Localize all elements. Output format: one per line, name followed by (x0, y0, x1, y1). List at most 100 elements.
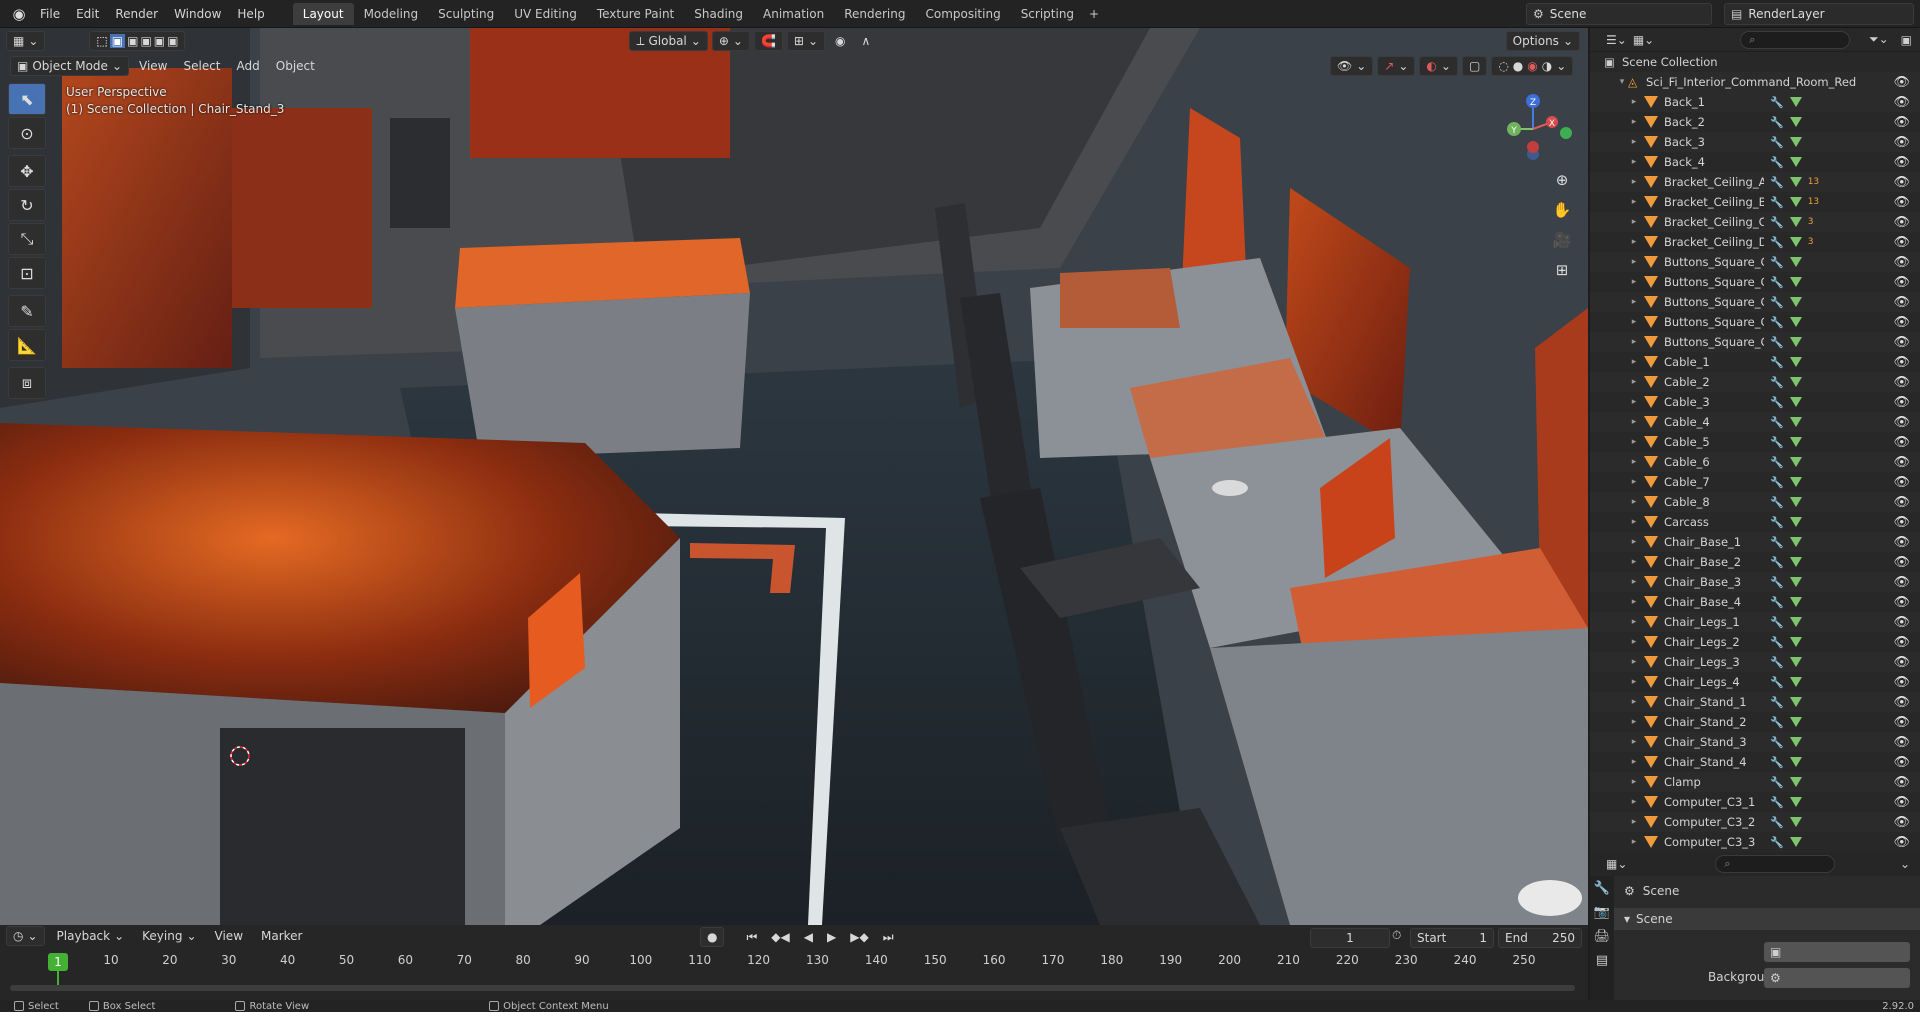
mesh-data-icon[interactable] (1789, 297, 1802, 307)
view-layer-selector[interactable]: ▤ RenderLayer (1724, 3, 1914, 25)
mesh-data-icon[interactable] (1789, 637, 1802, 647)
expand-icon[interactable]: ▸ (1628, 297, 1640, 307)
modifier-icon[interactable]: 🔧 (1770, 536, 1784, 549)
add-workspace-icon[interactable]: + (1084, 3, 1104, 25)
mesh-data-icon[interactable] (1789, 697, 1802, 707)
modifier-icon[interactable]: 🔧 (1770, 236, 1784, 249)
eye-icon[interactable]: 👁 (1893, 355, 1910, 370)
modifier-icon[interactable]: 🔧 (1770, 316, 1784, 329)
eye-icon[interactable]: 👁 (1893, 795, 1910, 810)
expand-icon[interactable]: ▸ (1628, 317, 1640, 327)
eye-icon[interactable]: 👁 (1893, 835, 1910, 850)
eye-icon[interactable]: 👁 (1893, 335, 1910, 350)
outliner-item[interactable]: ▸ Buttons_Square_CP2_2 🔧 👁 (1590, 332, 1920, 352)
modifier-icon[interactable]: 🔧 (1770, 416, 1784, 429)
expand-icon[interactable]: ▸ (1628, 597, 1640, 607)
properties-search-input[interactable]: ⌕ (1715, 855, 1836, 873)
eye-icon[interactable]: 👁 (1893, 675, 1910, 690)
scene-selector[interactable]: ⚙ Scene (1526, 3, 1712, 25)
modifier-icon[interactable]: 🔧 (1770, 676, 1784, 689)
menu-keying[interactable]: Keying ⌄ (136, 926, 202, 946)
expand-icon[interactable]: ▸ (1628, 337, 1640, 347)
eye-icon[interactable]: 👁 (1893, 315, 1910, 330)
jump-keyframe-back-icon[interactable]: ◆◀ (765, 927, 795, 947)
mesh-data-icon[interactable] (1789, 137, 1802, 147)
mesh-data-icon[interactable] (1789, 737, 1802, 747)
eye-icon[interactable]: 👁 (1893, 275, 1910, 290)
modifier-icon[interactable]: 🔧 (1770, 196, 1784, 209)
outliner-item[interactable]: ▸ Cable_2 🔧 👁 (1590, 372, 1920, 392)
pivot-dropdown[interactable]: ⊕ ⌄ (711, 31, 750, 51)
outliner-item[interactable]: ▸ Cable_4 🔧 👁 (1590, 412, 1920, 432)
mesh-data-icon[interactable] (1789, 577, 1802, 587)
menu-marker[interactable]: Marker (255, 926, 308, 946)
tab-rendering[interactable]: Rendering (834, 3, 915, 25)
mode-new-icon[interactable]: ▣ (109, 34, 126, 48)
expand-icon[interactable]: ▸ (1628, 417, 1640, 427)
move-tool-icon[interactable]: ✥ (8, 155, 46, 187)
eye-icon[interactable]: 👁 (1893, 415, 1910, 430)
outliner-item[interactable]: ▸ Carcass 🔧 👁 (1590, 512, 1920, 532)
modifier-icon[interactable]: 🔧 (1770, 216, 1784, 229)
expand-icon[interactable]: ▸ (1628, 737, 1640, 747)
proportional-edit-toggle[interactable]: ◉ (829, 31, 851, 51)
3d-viewport[interactable]: ▦ ⌄ ⬚ ▣ ▣ ▣ ▣ ▣ ⟂ Global ⌄ ⊕ ⌄ 🧲 ⊞ ⌄ ◉ ∧ Opt… (0, 28, 1588, 925)
modifier-icon[interactable]: 🔧 (1770, 616, 1784, 629)
mesh-data-icon[interactable] (1789, 357, 1802, 367)
mesh-data-icon[interactable] (1789, 97, 1802, 107)
modifier-icon[interactable]: 🔧 (1770, 456, 1784, 469)
menu-help[interactable]: Help (229, 0, 272, 28)
mesh-data-icon[interactable] (1789, 837, 1802, 847)
outliner-item[interactable]: ▸ Cable_1 🔧 👁 (1590, 352, 1920, 372)
modifier-icon[interactable]: 🔧 (1770, 576, 1784, 589)
expand-icon[interactable]: ▸ (1628, 777, 1640, 787)
outliner-item[interactable]: ▸ Bracket_Ceiling_A 🔧 13 👁 (1590, 172, 1920, 192)
eye-icon[interactable]: 👁 (1893, 815, 1910, 830)
expand-icon[interactable]: ▾ (1616, 77, 1628, 87)
menu-add[interactable]: Add (231, 56, 266, 76)
playhead[interactable]: 1 (48, 953, 68, 971)
expand-icon[interactable]: ▸ (1628, 837, 1640, 847)
eye-icon[interactable]: 👁 (1893, 775, 1910, 790)
eye-icon[interactable]: 👁 (1893, 695, 1910, 710)
eye-icon[interactable]: 👁 (1893, 495, 1910, 510)
menu-window[interactable]: Window (166, 0, 229, 28)
eye-icon[interactable]: 👁 (1893, 95, 1910, 110)
expand-icon[interactable]: ▸ (1628, 557, 1640, 567)
modifier-icon[interactable]: 🔧 (1770, 476, 1784, 489)
eye-icon[interactable]: 👁 (1893, 575, 1910, 590)
outliner-item[interactable]: ▸ Buttons_Square_C5 🔧 👁 (1590, 272, 1920, 292)
tab-animation[interactable]: Animation (753, 3, 834, 25)
outliner-item[interactable]: ▸ Buttons_Square_CP2_1 🔧 👁 (1590, 312, 1920, 332)
menu-select[interactable]: Select (177, 56, 226, 76)
menu-object[interactable]: Object (270, 56, 321, 76)
outliner-item[interactable]: ▸ Cable_7 🔧 👁 (1590, 472, 1920, 492)
outliner-item[interactable]: ▸ Chair_Legs_1 🔧 👁 (1590, 612, 1920, 632)
scene-collection-row[interactable]: ▣ Scene Collection (1590, 52, 1920, 72)
shading-modes[interactable]: ◌ ● ◉ ◑ ⌄ (1491, 56, 1574, 76)
timeline-editor-type[interactable]: ◷ ⌄ (6, 926, 45, 946)
eye-icon[interactable]: 👁 (1893, 715, 1910, 730)
expand-icon[interactable]: ▸ (1628, 717, 1640, 727)
mesh-data-icon[interactable] (1789, 817, 1802, 827)
modifier-icon[interactable]: 🔧 (1770, 816, 1784, 829)
modifier-icon[interactable]: 🔧 (1770, 436, 1784, 449)
render-tab-icon[interactable]: 📷 (1590, 900, 1614, 924)
mesh-data-icon[interactable] (1789, 717, 1802, 727)
eye-icon[interactable]: 👁 (1893, 75, 1910, 90)
camera-view-icon[interactable]: 🎥 (1550, 228, 1574, 252)
expand-icon[interactable]: ▸ (1628, 797, 1640, 807)
mesh-data-icon[interactable] (1789, 157, 1802, 167)
editor-type-button[interactable]: ▦ ⌄ (6, 31, 46, 51)
display-mode-icon[interactable]: ▦⌄ (1633, 33, 1654, 47)
eye-icon[interactable]: 👁 (1893, 555, 1910, 570)
tab-layout[interactable]: Layout (292, 2, 354, 25)
outliner-item[interactable]: ▸ Chair_Base_3 🔧 👁 (1590, 572, 1920, 592)
rotate-tool-icon[interactable]: ↻ (8, 189, 46, 221)
transform-orientation-dropdown[interactable]: ⟂ Global ⌄ (629, 31, 708, 51)
menu-file[interactable]: File (32, 0, 68, 28)
menu-timeline-view[interactable]: View (209, 926, 249, 946)
outliner-item[interactable]: ▸ Computer_C3_2 🔧 👁 (1590, 812, 1920, 832)
scene-panel-header[interactable]: ▾ Scene (1614, 908, 1920, 930)
modifier-icon[interactable]: 🔧 (1770, 756, 1784, 769)
